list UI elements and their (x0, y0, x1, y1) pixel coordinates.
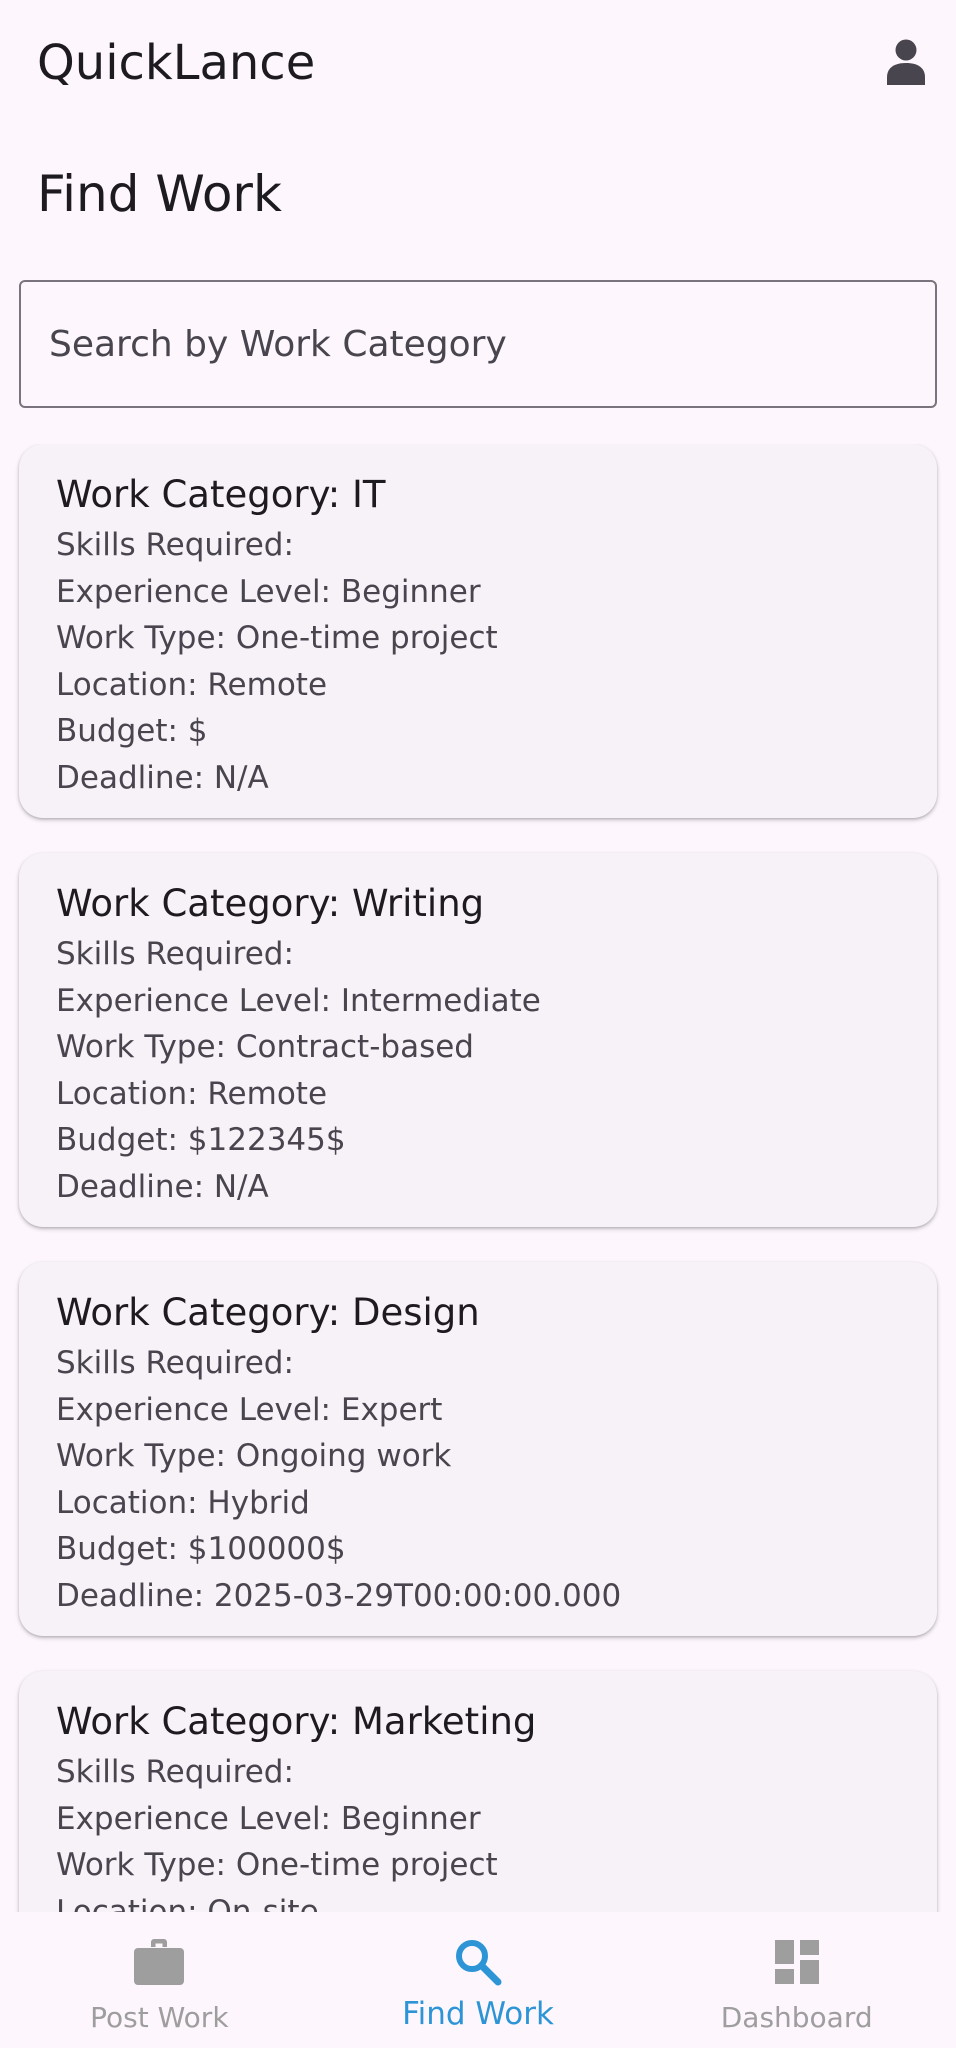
job-deadline: Deadline: 2025-03-29T00:00:00.000 (56, 1577, 622, 1614)
job-deadline: Deadline: N/A (56, 759, 269, 796)
job-category: Work Category: IT (56, 473, 386, 516)
job-list: Work Category: IT Skills Required: Exper… (0, 444, 956, 1912)
nav-find-work[interactable]: Find Work (319, 1912, 638, 2048)
job-deadline: Deadline: N/A (56, 1168, 269, 1205)
job-location: Location: Hybrid (56, 1484, 310, 1521)
job-budget: Budget: $100000$ (56, 1531, 346, 1568)
nav-label: Post Work (90, 2001, 229, 2034)
person-icon (887, 39, 925, 85)
job-category: Work Category: Writing (56, 882, 485, 925)
search-icon (450, 1934, 506, 1990)
job-card[interactable]: Work Category: Design Skills Required: E… (19, 1262, 937, 1636)
account-button[interactable] (882, 30, 930, 94)
briefcase-icon (131, 1934, 187, 1990)
job-location: Location: Remote (56, 1075, 328, 1112)
job-experience: Experience Level: Beginner (56, 573, 481, 610)
job-budget: Budget: $ (56, 713, 208, 750)
dashboard-icon (769, 1934, 825, 1990)
job-work-type: Work Type: Contract-based (56, 1029, 474, 1066)
job-work-type: Work Type: One-time project (56, 1847, 498, 1884)
app-bar: QuickLance (0, 0, 956, 128)
job-card[interactable]: Work Category: IT Skills Required: Exper… (19, 444, 937, 818)
job-skills: Skills Required: (56, 527, 294, 563)
bottom-navigation: Post Work Find Work Dashboard (0, 1912, 956, 2048)
nav-post-work[interactable]: Post Work (0, 1912, 319, 2048)
job-card[interactable]: Work Category: Writing Skills Required: … (19, 853, 937, 1227)
nav-label: Find Work (402, 1996, 554, 2032)
page-title: Find Work (37, 165, 282, 223)
job-skills: Skills Required: (56, 1345, 294, 1381)
job-work-type: Work Type: Ongoing work (56, 1438, 452, 1475)
job-category: Work Category: Design (56, 1291, 480, 1334)
job-work-type: Work Type: One-time project (56, 620, 498, 657)
job-experience: Experience Level: Intermediate (56, 982, 541, 1019)
app-title: QuickLance (37, 35, 316, 91)
job-skills: Skills Required: (56, 1754, 294, 1790)
job-experience: Experience Level: Expert (56, 1391, 443, 1428)
nav-label: Dashboard (720, 2001, 873, 2034)
job-skills: Skills Required: (56, 936, 294, 972)
search-input[interactable] (19, 280, 937, 408)
job-experience: Experience Level: Beginner (56, 1800, 481, 1837)
nav-dashboard[interactable]: Dashboard (637, 1912, 956, 2048)
app-screen: QuickLance Find Work Work Category: IT S… (0, 0, 956, 2048)
job-card[interactable]: Work Category: Marketing Skills Required… (19, 1671, 937, 1912)
job-location: Location: Remote (56, 666, 328, 703)
job-budget: Budget: $122345$ (56, 1122, 346, 1159)
job-location: Location: On-site (56, 1893, 319, 1912)
job-category: Work Category: Marketing (56, 1700, 537, 1743)
